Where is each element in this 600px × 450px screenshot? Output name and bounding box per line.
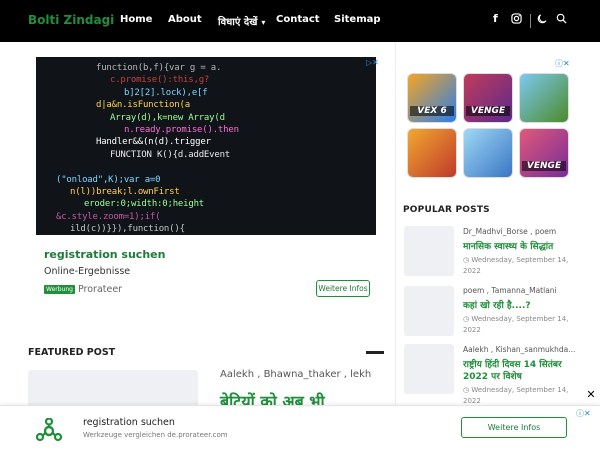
ad-code-line: n(l))break;l.ownFirst [70,187,180,197]
post-tags[interactable]: Aalekh , Kishan_sanmukhda... [463,345,575,354]
game-tile[interactable]: VENGE [463,73,513,123]
post-date-text: Wednesday, September 14, 2022 [463,315,569,334]
game-tile[interactable] [463,128,513,178]
post-tags[interactable]: poem , Tamanna_Matlani [463,286,557,295]
post-thumbnail[interactable] [404,286,454,336]
post-tags[interactable]: Dr_Madhvi_Borse , poem [463,227,556,236]
nav-about[interactable]: About [168,14,202,25]
games-ad-grid: VEX 6 VENGE VENGE [407,73,569,181]
ad-code-line: c.promise():this,g? [110,75,210,86]
ad-choices-icon[interactable]: ▷✕ [366,58,379,67]
ad-flag: Werbung [44,285,75,294]
header-divider [530,14,531,28]
post-date: ◷ Wednesday, September 14, 2022 [463,386,569,405]
game-tile[interactable]: VENGE [519,128,569,178]
post-date-text: Wednesday, September 14, 2022 [463,256,569,275]
ad-code-line: &c.style.zoom=1);if( [56,211,161,222]
featured-heading-bar [366,351,384,354]
ad-code-image[interactable]: function(b,f){var g = a. c.promise():this… [36,57,376,235]
ad-brand: Werbung Prorateer [44,284,122,295]
instagram-icon[interactable] [511,13,522,27]
ad-code-line: FUNCTION K(){d.addEvent [110,149,231,160]
game-tile-label: VENGE [522,161,566,171]
nav-home[interactable]: Home [120,14,152,25]
bottom-ad-more-info-button[interactable]: Weitere Infos [461,417,567,438]
featured-thumbnail[interactable] [28,370,198,410]
bottom-ad-choices-icon[interactable]: ⓘ✕ [576,408,591,419]
post-date: ◷ Wednesday, September 14, 2022 [463,315,569,334]
ad-code-line: n.ready.promise().then [124,125,239,135]
post-title[interactable]: कहां खो रही है....? [463,298,531,311]
facebook-icon[interactable]: f [493,13,498,25]
bottom-sticky-ad[interactable]: ⓘ✕ registration suchen Werkzeuge verglei… [0,405,600,450]
nav-vidhayen-label: विधाएं देखें [218,17,258,28]
game-tile[interactable] [407,128,457,178]
game-tile[interactable]: VEX 6 [407,73,457,123]
ad-code-line: Handler&&(n(d).trigger [96,137,211,148]
ad-more-info-button[interactable]: Weitere Infos [316,280,370,297]
ad-code-line: Array(d),k=new Array(d [110,112,225,123]
ad-code-line: ild(c))}}),function(){ [70,224,185,235]
bottom-ad-subtitle: Werkzeuge vergleichen de.prorateer.com [83,431,228,439]
search-icon[interactable] [556,13,567,27]
dark-mode-icon[interactable] [537,13,548,27]
post-date-text: Wednesday, September 14, 2022 [463,386,569,405]
ad-code-line: ("onload",K);var a=0 [56,174,161,185]
game-tile-label: VENGE [466,106,510,116]
ad-brand-name: Prorateer [77,284,123,295]
ad-code-line: function(b,f){var g = a. [96,63,222,73]
ad-code-line: d|a&n.isFunction(a [96,100,190,111]
popular-posts-heading: POPULAR POSTS [403,205,490,215]
sidebar-divider [395,42,396,412]
featured-heading: FEATURED POST [28,347,116,358]
post-title-line2[interactable]: 2022 पर विशेष [463,369,522,382]
game-tile-label: VEX 6 [410,106,454,116]
ad-code-line: b]2[2].lock),e[f [124,87,208,98]
site-logo[interactable]: Bolti Zindagi [28,13,114,27]
nav-contact[interactable]: Contact [276,14,320,25]
nav-sitemap[interactable]: Sitemap [334,14,381,25]
post-thumbnail[interactable] [404,344,454,394]
ad-title[interactable]: registration suchen [44,248,165,261]
games-ad-choices-icon[interactable]: ⓘ✕ [555,58,570,69]
post-thumbnail[interactable] [404,226,454,276]
post-date: ◷ Wednesday, September 14, 2022 [463,256,569,275]
prorateer-logo-icon [36,418,62,442]
featured-tags[interactable]: Aalekh , Bhawna_thaker , lekh [220,369,371,380]
bottom-ad-title[interactable]: registration suchen [83,417,175,428]
game-tile[interactable] [519,73,569,123]
ad-code-line: eroder:0;width:0;height [84,199,205,210]
ad-subtitle: Online-Ergebnisse [44,266,131,277]
nav-vidhayen-dropdown[interactable]: विधाएं देखें [218,14,265,28]
post-title[interactable]: मानसिक स्वास्थ्य के सिद्धांत [463,239,553,252]
close-ad-icon[interactable]: ✕ [584,388,598,402]
top-navbar: Bolti Zindagi Home About विधाएं देखें Co… [0,0,600,42]
